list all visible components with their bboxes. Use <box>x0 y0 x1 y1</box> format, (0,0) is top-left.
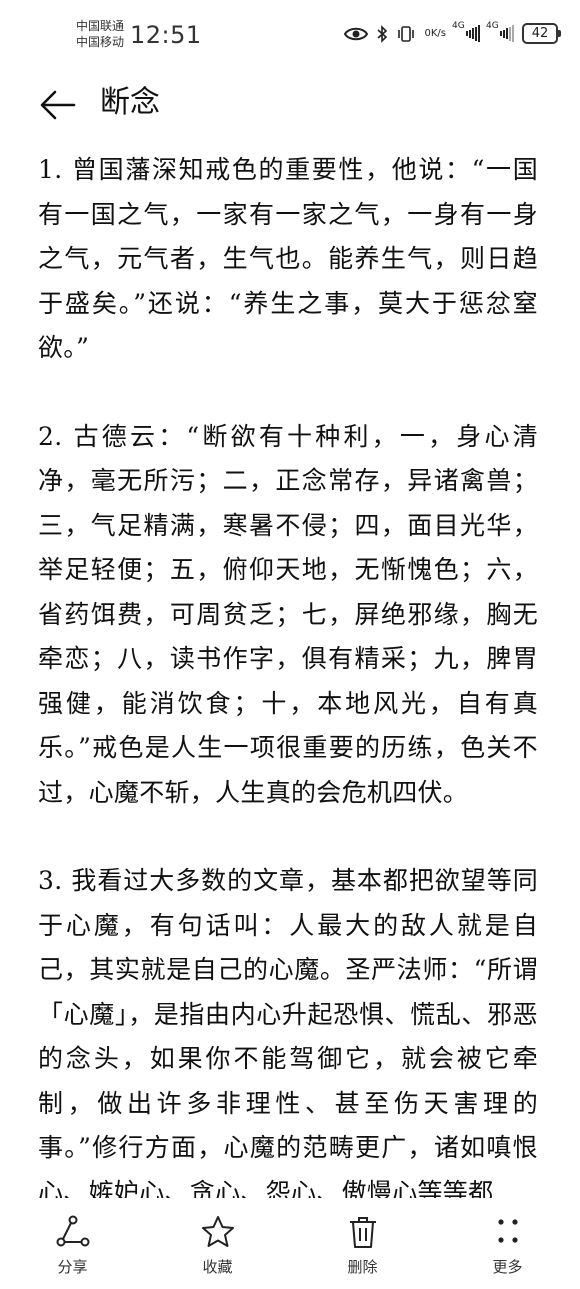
article-paragraph-2: 2. 古德云：“断欲有十种利，一，身心清净，毫无所污；二，正念常存，异诸禽兽；三… <box>38 421 538 807</box>
carrier-info: 中国联通 中国移动 <box>76 18 124 50</box>
article-content: 1. 曾国藩深知戒色的重要性，他说：“一国有一国之气，一家有一家之气，一身有一身… <box>38 148 538 1198</box>
share-label: 分享 <box>57 1258 88 1276</box>
net-speed: 0 K/s <box>424 27 446 39</box>
arrow-left-icon <box>40 90 76 120</box>
bluetooth-icon <box>376 24 388 43</box>
more-dots-icon <box>497 1219 518 1243</box>
favorite-button[interactable]: 收藏 <box>145 1200 290 1289</box>
bottom-toolbar: 分享 收藏 删除 更多 <box>0 1200 580 1289</box>
delete-label: 删除 <box>347 1258 378 1276</box>
article-paragraph-1: 1. 曾国藩深知戒色的重要性，他说：“一国有一国之气，一家有一家之气，一身有一身… <box>38 155 538 362</box>
signal-2-icon: 4G <box>486 21 514 43</box>
share-icon <box>56 1215 89 1247</box>
app-header: 断念 <box>0 75 580 135</box>
page-title: 断念 <box>100 85 160 120</box>
delete-button[interactable]: 删除 <box>290 1200 435 1289</box>
vibrate-icon <box>396 25 416 43</box>
signal-1-label: 4G <box>452 20 465 31</box>
share-button[interactable]: 分享 <box>0 1200 145 1289</box>
net-speed-unit: K/s <box>430 27 446 39</box>
carrier-2: 中国移动 <box>76 35 125 49</box>
article-paragraph-3: 3. 我看过大多数的文章，基本都把欲望等同于心魔，有句话叫：人最大的敌人就是自己… <box>38 866 538 1198</box>
signal-2-label: 4G <box>486 20 499 31</box>
eye-icon <box>344 26 369 42</box>
signal-1-icon: 4G <box>452 21 480 43</box>
favorite-label: 收藏 <box>202 1258 233 1276</box>
carrier-1: 中国联通 <box>76 19 125 33</box>
battery-indicator: 42 <box>522 23 561 44</box>
trash-icon <box>349 1217 376 1248</box>
back-button[interactable] <box>38 85 78 125</box>
status-icons: 0 K/s 4G 4G 42 <box>344 21 561 44</box>
status-bar: 中国联通 中国移动 12:51 0 K/s 4G 4G 42 <box>0 0 580 70</box>
more-label: 更多 <box>492 1258 523 1276</box>
star-icon <box>201 1216 234 1247</box>
more-button[interactable]: 更多 <box>435 1200 580 1289</box>
status-time: 12:51 <box>130 21 202 49</box>
